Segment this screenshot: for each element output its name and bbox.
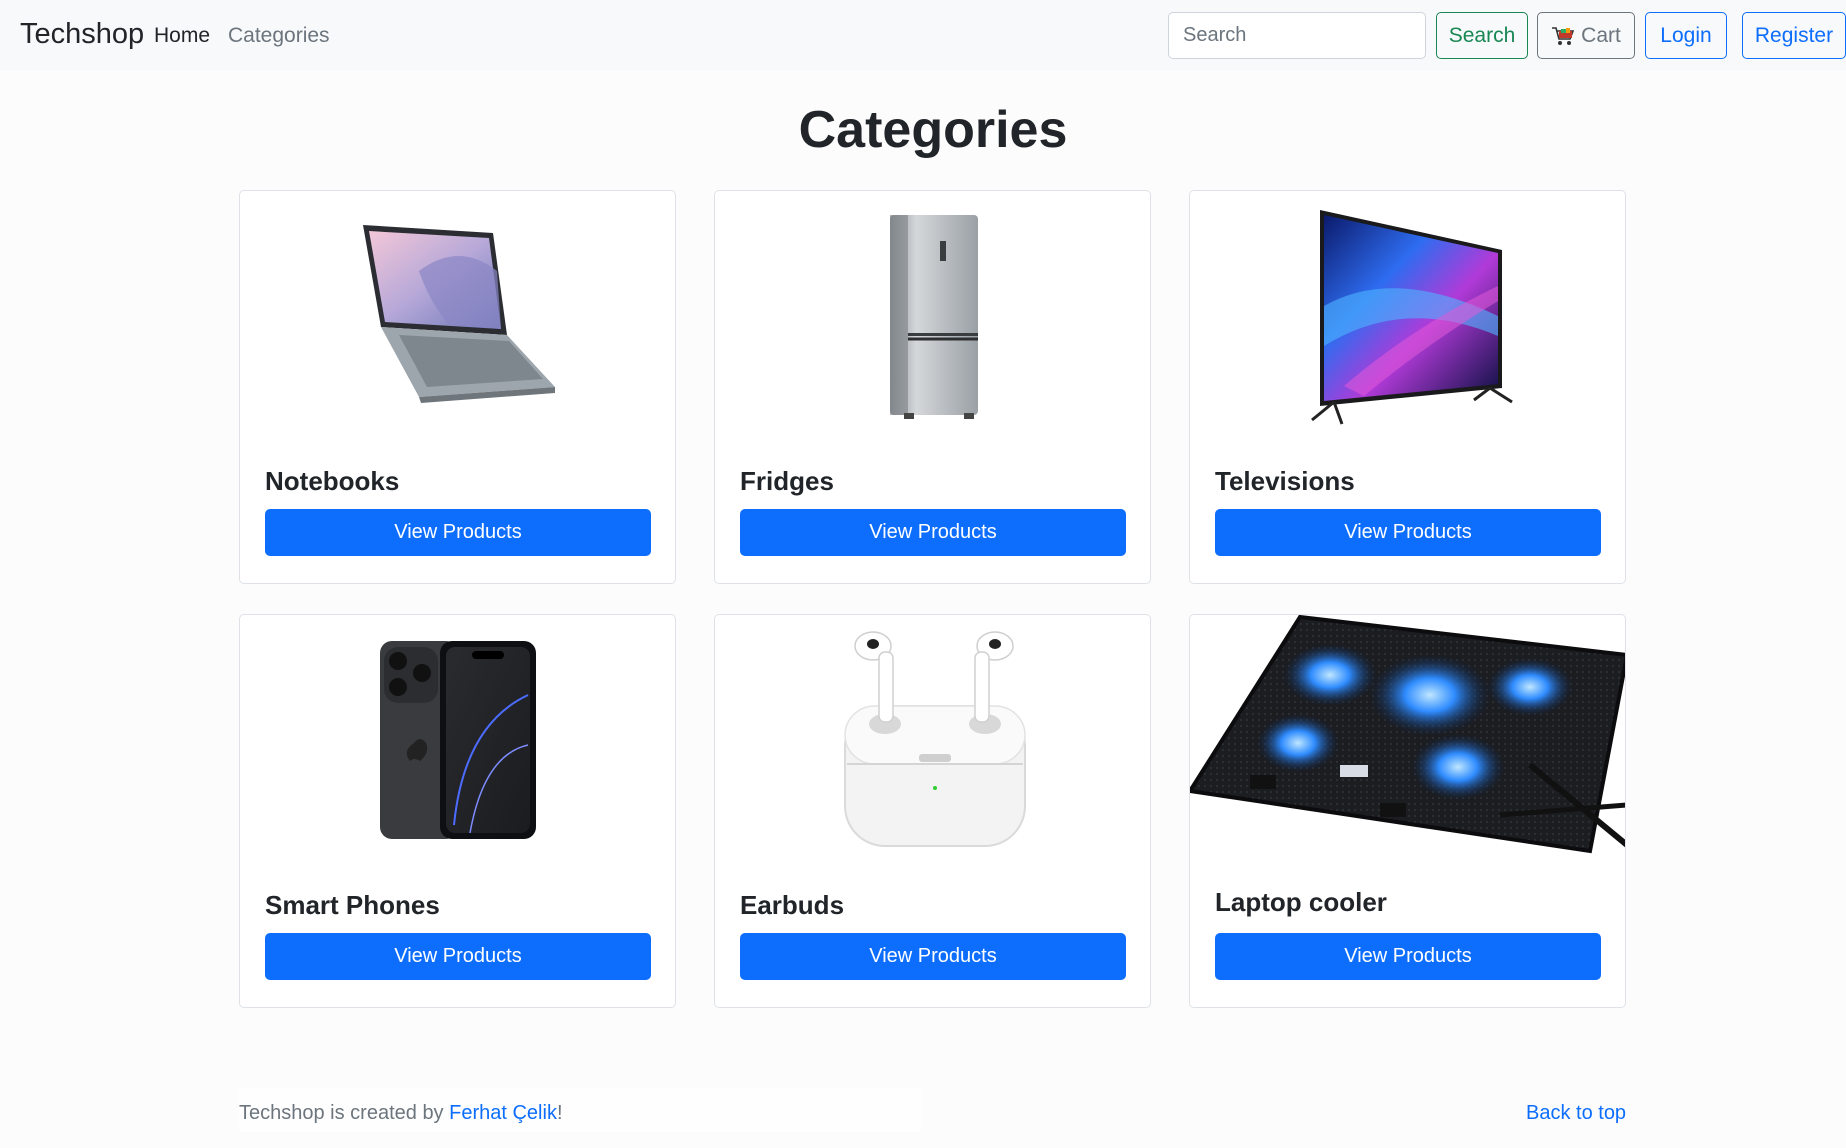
category-card-smart-phones: Smart Phones View Products [239, 614, 676, 1008]
view-products-button[interactable]: View Products [1215, 509, 1601, 556]
category-title: Laptop cooler [1215, 887, 1387, 917]
brand-logo[interactable]: Techshop [20, 18, 144, 51]
footer-prefix: Techshop is created by [239, 1102, 450, 1124]
category-card-fridges: Fridges View Products [714, 190, 1151, 584]
category-card-televisions: Televisions View Products [1189, 190, 1626, 584]
view-products-button[interactable]: View Products [1215, 933, 1601, 980]
footer-credit: Techshop is created by Ferhat Çelik! [239, 1102, 563, 1125]
back-to-top-link[interactable]: Back to top [1526, 1102, 1626, 1125]
search-button[interactable]: Search [1436, 12, 1528, 59]
category-title: Televisions [1215, 466, 1355, 496]
smartphone-image [240, 625, 675, 855]
category-title: Notebooks [265, 466, 400, 496]
earbuds-image [715, 625, 1150, 855]
category-title: Earbuds [740, 890, 845, 920]
category-card-notebooks: Notebooks View Products [239, 190, 676, 584]
category-title: Smart Phones [265, 890, 440, 920]
cart-icon [1552, 26, 1575, 45]
author-link[interactable]: Ferhat Çelik [449, 1102, 557, 1124]
footer-suffix: ! [556, 1102, 563, 1124]
cart-button[interactable]: Cart [1537, 12, 1635, 59]
register-button[interactable]: Register [1742, 12, 1846, 59]
category-card-earbuds: Earbuds View Products [714, 614, 1151, 1008]
television-image [1190, 201, 1625, 431]
view-products-button[interactable]: View Products [265, 933, 651, 980]
page-title: Categories [798, 101, 1068, 159]
view-products-button[interactable]: View Products [265, 509, 651, 556]
view-products-button[interactable]: View Products [740, 933, 1126, 980]
nav-categories-link[interactable]: Categories [228, 24, 330, 48]
navbar: Techshop Home Categories Search Cart Log… [0, 0, 1846, 70]
laptop-cooler-image [1190, 615, 1625, 865]
laptop-image [240, 201, 675, 431]
category-title: Fridges [740, 466, 834, 496]
login-button[interactable]: Login [1645, 12, 1727, 59]
cart-label: Cart [1581, 23, 1621, 47]
search-input[interactable] [1168, 12, 1426, 59]
nav-home-link[interactable]: Home [154, 24, 210, 48]
fridge-image [715, 201, 1150, 431]
category-card-laptop-cooler: Laptop cooler View Products [1189, 614, 1626, 1008]
view-products-button[interactable]: View Products [740, 509, 1126, 556]
